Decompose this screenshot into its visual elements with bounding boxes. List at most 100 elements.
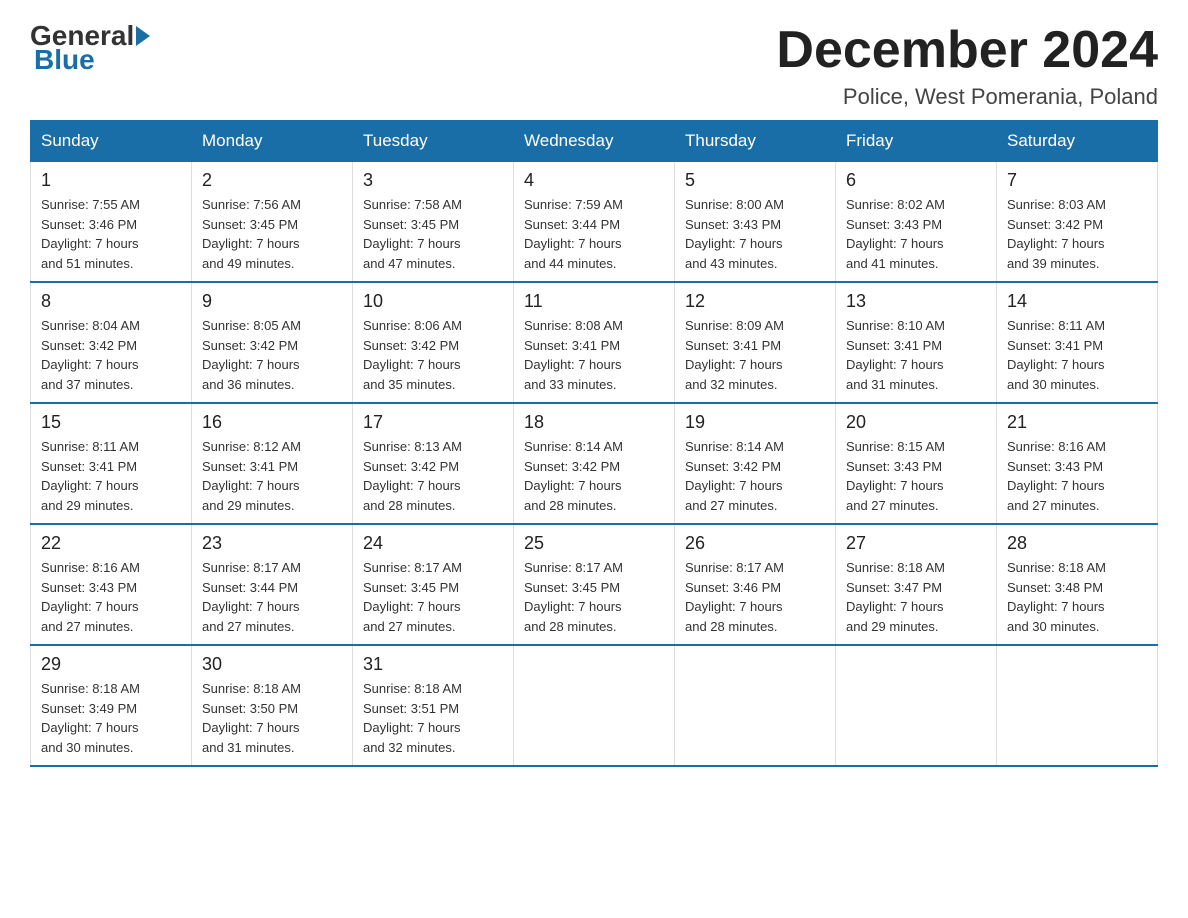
calendar-cell xyxy=(675,645,836,766)
day-info: Sunrise: 8:05 AM Sunset: 3:42 PM Dayligh… xyxy=(202,316,342,394)
day-info: Sunrise: 8:18 AM Sunset: 3:50 PM Dayligh… xyxy=(202,679,342,757)
calendar-cell: 25Sunrise: 8:17 AM Sunset: 3:45 PM Dayli… xyxy=(514,524,675,645)
location: Police, West Pomerania, Poland xyxy=(776,84,1158,110)
calendar-cell xyxy=(836,645,997,766)
calendar-header-row: SundayMondayTuesdayWednesdayThursdayFrid… xyxy=(31,121,1158,162)
day-number: 14 xyxy=(1007,291,1147,312)
day-info: Sunrise: 8:16 AM Sunset: 3:43 PM Dayligh… xyxy=(41,558,181,636)
calendar-week-2: 8 Sunrise: 8:04 AM Sunset: 3:42 PM Daylig… xyxy=(31,282,1158,403)
calendar-cell: 20Sunrise: 8:15 AM Sunset: 3:43 PM Dayli… xyxy=(836,403,997,524)
day-info: Sunrise: 8:12 AM Sunset: 3:41 PM Dayligh… xyxy=(202,437,342,515)
day-info: Sunrise: 8:14 AM Sunset: 3:42 PM Dayligh… xyxy=(524,437,664,515)
day-info: Sunrise: 8:04 AM Sunset: 3:42 PM Dayligh… xyxy=(41,316,181,394)
logo: General Blue xyxy=(30,20,152,76)
calendar-cell: 16Sunrise: 8:12 AM Sunset: 3:41 PM Dayli… xyxy=(192,403,353,524)
day-number: 15 xyxy=(41,412,181,433)
title-section: December 2024 Police, West Pomerania, Po… xyxy=(776,20,1158,110)
calendar-cell: 3Sunrise: 7:58 AM Sunset: 3:45 PM Daylig… xyxy=(353,162,514,283)
day-info: Sunrise: 8:16 AM Sunset: 3:43 PM Dayligh… xyxy=(1007,437,1147,515)
day-info: Sunrise: 8:09 AM Sunset: 3:41 PM Dayligh… xyxy=(685,316,825,394)
day-info: Sunrise: 8:06 AM Sunset: 3:42 PM Dayligh… xyxy=(363,316,503,394)
calendar-cell: 14 Sunrise: 8:11 AM Sunset: 3:41 PM Dayli… xyxy=(997,282,1158,403)
day-number: 30 xyxy=(202,654,342,675)
day-number: 29 xyxy=(41,654,181,675)
calendar-cell: 4 Sunrise: 7:59 AM Sunset: 3:44 PM Daylig… xyxy=(514,162,675,283)
col-header-wednesday: Wednesday xyxy=(514,121,675,162)
day-info: Sunrise: 8:18 AM Sunset: 3:48 PM Dayligh… xyxy=(1007,558,1147,636)
day-info: Sunrise: 8:14 AM Sunset: 3:42 PM Dayligh… xyxy=(685,437,825,515)
day-info: Sunrise: 8:18 AM Sunset: 3:51 PM Dayligh… xyxy=(363,679,503,757)
day-number: 24 xyxy=(363,533,503,554)
month-title: December 2024 xyxy=(776,20,1158,80)
day-info: Sunrise: 8:08 AM Sunset: 3:41 PM Dayligh… xyxy=(524,316,664,394)
calendar-week-5: 29 Sunrise: 8:18 AM Sunset: 3:49 PM Dayli… xyxy=(31,645,1158,766)
day-info: Sunrise: 8:11 AM Sunset: 3:41 PM Dayligh… xyxy=(1007,316,1147,394)
day-number: 28 xyxy=(1007,533,1147,554)
calendar-table: SundayMondayTuesdayWednesdayThursdayFrid… xyxy=(30,120,1158,767)
day-number: 4 xyxy=(524,170,664,191)
day-number: 1 xyxy=(41,170,181,191)
calendar-cell: 26 Sunrise: 8:17 AM Sunset: 3:46 PM Dayli… xyxy=(675,524,836,645)
day-number: 10 xyxy=(363,291,503,312)
day-number: 27 xyxy=(846,533,986,554)
day-number: 26 xyxy=(685,533,825,554)
day-number: 11 xyxy=(524,291,664,312)
calendar-cell: 27 Sunrise: 8:18 AM Sunset: 3:47 PM Dayli… xyxy=(836,524,997,645)
col-header-thursday: Thursday xyxy=(675,121,836,162)
calendar-week-1: 1 Sunrise: 7:55 AM Sunset: 3:46 PM Daylig… xyxy=(31,162,1158,283)
day-info: Sunrise: 7:55 AM Sunset: 3:46 PM Dayligh… xyxy=(41,195,181,273)
day-number: 13 xyxy=(846,291,986,312)
calendar-cell: 31Sunrise: 8:18 AM Sunset: 3:51 PM Dayli… xyxy=(353,645,514,766)
calendar-cell: 19Sunrise: 8:14 AM Sunset: 3:42 PM Dayli… xyxy=(675,403,836,524)
col-header-saturday: Saturday xyxy=(997,121,1158,162)
day-info: Sunrise: 8:10 AM Sunset: 3:41 PM Dayligh… xyxy=(846,316,986,394)
calendar-cell: 28 Sunrise: 8:18 AM Sunset: 3:48 PM Dayli… xyxy=(997,524,1158,645)
calendar-week-4: 22Sunrise: 8:16 AM Sunset: 3:43 PM Dayli… xyxy=(31,524,1158,645)
day-info: Sunrise: 8:00 AM Sunset: 3:43 PM Dayligh… xyxy=(685,195,825,273)
day-info: Sunrise: 8:11 AM Sunset: 3:41 PM Dayligh… xyxy=(41,437,181,515)
calendar-cell: 13 Sunrise: 8:10 AM Sunset: 3:41 PM Dayli… xyxy=(836,282,997,403)
day-info: Sunrise: 8:17 AM Sunset: 3:46 PM Dayligh… xyxy=(685,558,825,636)
calendar-cell: 2 Sunrise: 7:56 AM Sunset: 3:45 PM Daylig… xyxy=(192,162,353,283)
col-header-sunday: Sunday xyxy=(31,121,192,162)
day-info: Sunrise: 8:13 AM Sunset: 3:42 PM Dayligh… xyxy=(363,437,503,515)
calendar-cell: 12 Sunrise: 8:09 AM Sunset: 3:41 PM Dayli… xyxy=(675,282,836,403)
calendar-cell: 1 Sunrise: 7:55 AM Sunset: 3:46 PM Daylig… xyxy=(31,162,192,283)
day-number: 3 xyxy=(363,170,503,191)
day-info: Sunrise: 7:56 AM Sunset: 3:45 PM Dayligh… xyxy=(202,195,342,273)
logo-blue: Blue xyxy=(30,44,95,76)
day-info: Sunrise: 8:17 AM Sunset: 3:45 PM Dayligh… xyxy=(524,558,664,636)
calendar-cell: 6 Sunrise: 8:02 AM Sunset: 3:43 PM Daylig… xyxy=(836,162,997,283)
day-number: 6 xyxy=(846,170,986,191)
calendar-cell: 21Sunrise: 8:16 AM Sunset: 3:43 PM Dayli… xyxy=(997,403,1158,524)
day-info: Sunrise: 8:18 AM Sunset: 3:47 PM Dayligh… xyxy=(846,558,986,636)
day-info: Sunrise: 8:17 AM Sunset: 3:44 PM Dayligh… xyxy=(202,558,342,636)
day-number: 8 xyxy=(41,291,181,312)
calendar-cell: 30 Sunrise: 8:18 AM Sunset: 3:50 PM Dayli… xyxy=(192,645,353,766)
day-number: 9 xyxy=(202,291,342,312)
day-info: Sunrise: 8:18 AM Sunset: 3:49 PM Dayligh… xyxy=(41,679,181,757)
col-header-tuesday: Tuesday xyxy=(353,121,514,162)
page-header: General Blue December 2024 Police, West … xyxy=(30,20,1158,110)
day-number: 5 xyxy=(685,170,825,191)
calendar-cell xyxy=(514,645,675,766)
calendar-cell: 23 Sunrise: 8:17 AM Sunset: 3:44 PM Dayli… xyxy=(192,524,353,645)
calendar-cell xyxy=(997,645,1158,766)
calendar-cell: 24Sunrise: 8:17 AM Sunset: 3:45 PM Dayli… xyxy=(353,524,514,645)
day-info: Sunrise: 8:03 AM Sunset: 3:42 PM Dayligh… xyxy=(1007,195,1147,273)
day-number: 12 xyxy=(685,291,825,312)
col-header-monday: Monday xyxy=(192,121,353,162)
calendar-cell: 8 Sunrise: 8:04 AM Sunset: 3:42 PM Daylig… xyxy=(31,282,192,403)
calendar-cell: 10 Sunrise: 8:06 AM Sunset: 3:42 PM Dayli… xyxy=(353,282,514,403)
calendar-cell: 17Sunrise: 8:13 AM Sunset: 3:42 PM Dayli… xyxy=(353,403,514,524)
calendar-cell: 22Sunrise: 8:16 AM Sunset: 3:43 PM Dayli… xyxy=(31,524,192,645)
calendar-cell: 15 Sunrise: 8:11 AM Sunset: 3:41 PM Dayli… xyxy=(31,403,192,524)
day-number: 2 xyxy=(202,170,342,191)
calendar-cell: 11 Sunrise: 8:08 AM Sunset: 3:41 PM Dayli… xyxy=(514,282,675,403)
calendar-cell: 18 Sunrise: 8:14 AM Sunset: 3:42 PM Dayli… xyxy=(514,403,675,524)
day-info: Sunrise: 7:59 AM Sunset: 3:44 PM Dayligh… xyxy=(524,195,664,273)
logo-arrow-icon xyxy=(136,26,150,46)
day-info: Sunrise: 8:02 AM Sunset: 3:43 PM Dayligh… xyxy=(846,195,986,273)
day-number: 23 xyxy=(202,533,342,554)
day-number: 18 xyxy=(524,412,664,433)
